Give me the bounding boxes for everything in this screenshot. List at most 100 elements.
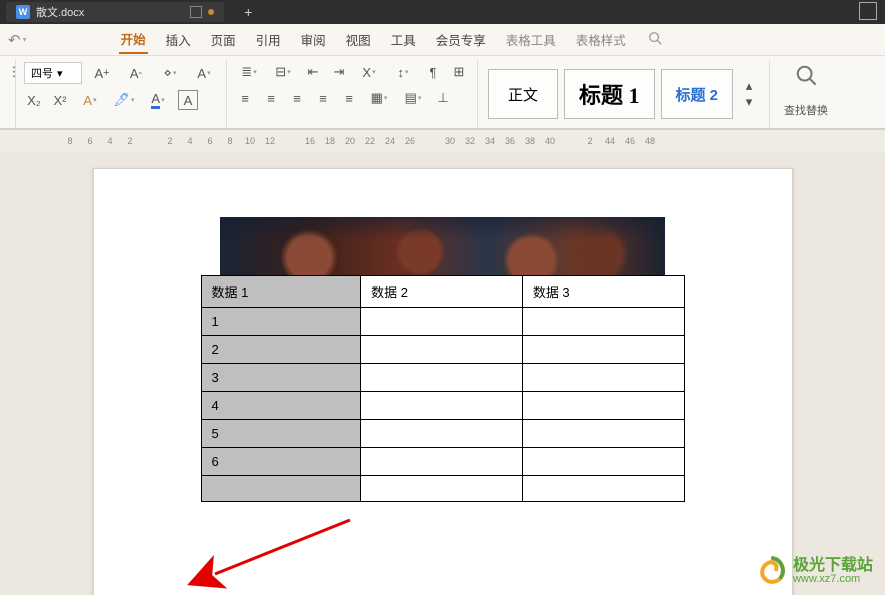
align-left-button[interactable]: ≡ xyxy=(235,88,255,108)
watermark-url: www.xz7.com xyxy=(793,574,873,585)
decrease-font-button[interactable]: A- xyxy=(122,63,150,83)
table-row[interactable]: 2 xyxy=(201,336,684,364)
new-tab-button[interactable]: + xyxy=(244,4,252,20)
change-case-button[interactable]: A▾ xyxy=(190,63,218,83)
watermark-icon xyxy=(757,555,789,587)
window-panel-icon[interactable] xyxy=(859,2,877,20)
table-row[interactable]: 3 xyxy=(201,364,684,392)
shading-button[interactable]: ▦▾ xyxy=(365,88,393,108)
table-cell[interactable] xyxy=(522,448,684,476)
align-center-button[interactable]: ≡ xyxy=(261,88,281,108)
char-border-button[interactable]: A xyxy=(178,90,198,110)
numbering-button[interactable]: ⊟▾ xyxy=(269,62,297,82)
decrease-indent-button[interactable]: ⇤ xyxy=(303,62,323,82)
menu-insert[interactable]: 插入 xyxy=(164,26,193,53)
title-bar: W 散文.docx + xyxy=(0,0,885,24)
table-cell[interactable]: 4 xyxy=(201,392,361,420)
document-name: 散文.docx xyxy=(36,4,84,20)
table-cell[interactable] xyxy=(522,392,684,420)
table-cell[interactable] xyxy=(361,476,523,502)
increase-font-button[interactable]: A+ xyxy=(88,63,116,83)
undo-button[interactable]: ↶▾ xyxy=(8,31,27,49)
menu-page[interactable]: 页面 xyxy=(209,26,238,53)
table-row[interactable]: 5 xyxy=(201,420,684,448)
bullets-button[interactable]: ≣▾ xyxy=(235,62,263,82)
line-spacing-button[interactable]: ↕▾ xyxy=(389,62,417,82)
font-color-button[interactable]: A▾ xyxy=(144,90,172,110)
style-heading2[interactable]: 标题 2 xyxy=(661,69,734,119)
table-cell[interactable] xyxy=(361,420,523,448)
workspace: 数据 1 数据 2 数据 3 1 2 3 4 5 6 极光下载站 xyxy=(0,152,885,595)
tabs-button[interactable]: ⊥ xyxy=(433,88,453,108)
watermark-title: 极光下载站 xyxy=(793,558,873,574)
document-image[interactable] xyxy=(220,217,665,275)
increase-indent-button[interactable]: ⇥ xyxy=(329,62,349,82)
styles-more-button[interactable]: ▴▾ xyxy=(739,74,759,114)
watermark-logo: 极光下载站 www.xz7.com xyxy=(757,555,873,587)
table-header-cell[interactable]: 数据 2 xyxy=(361,276,523,308)
menu-search-icon[interactable] xyxy=(648,31,662,48)
table-cell[interactable]: 6 xyxy=(201,448,361,476)
align-right-button[interactable]: ≡ xyxy=(287,88,307,108)
font-size-label: 四号 xyxy=(31,65,53,81)
table-header-cell[interactable]: 数据 3 xyxy=(522,276,684,308)
search-icon[interactable] xyxy=(784,64,828,92)
table-cell[interactable] xyxy=(361,364,523,392)
table-cell[interactable] xyxy=(522,308,684,336)
clipboard-group: ⋮ xyxy=(0,60,16,128)
font-size-select[interactable]: 四号▾ xyxy=(24,62,82,84)
menu-start[interactable]: 开始 xyxy=(119,25,148,54)
superscript-button[interactable]: X² xyxy=(50,90,70,110)
table-row[interactable] xyxy=(201,476,684,502)
table-row[interactable]: 1 xyxy=(201,308,684,336)
window-mode-icon[interactable] xyxy=(190,6,202,18)
clear-format-button[interactable]: ⋄▾ xyxy=(156,63,184,83)
table-cell[interactable] xyxy=(361,448,523,476)
menu-review[interactable]: 审阅 xyxy=(299,26,328,53)
table-header-row[interactable]: 数据 1 数据 2 数据 3 xyxy=(201,276,684,308)
table-cell[interactable] xyxy=(201,476,361,502)
paragraph-group: ≣▾ ⊟▾ ⇤ ⇥ X▾ ↕▾ ¶ ⊞ ≡ ≡ ≡ ≡ ≡ ▦▾ ▤▾ ⊥ xyxy=(227,60,478,128)
table-cell[interactable] xyxy=(361,308,523,336)
table-cell[interactable] xyxy=(361,336,523,364)
menu-member[interactable]: 会员专享 xyxy=(434,26,488,53)
menu-reference[interactable]: 引用 xyxy=(254,26,283,53)
table-row[interactable]: 6 xyxy=(201,448,684,476)
table-cell[interactable]: 2 xyxy=(201,336,361,364)
menu-bar: ↶▾ 开始 插入 页面 引用 审阅 视图 工具 会员专享 表格工具 表格样式 xyxy=(0,24,885,56)
style-normal[interactable]: 正文 xyxy=(488,69,558,119)
ruler-ticks: 8642246810121618202224263032343638402444… xyxy=(60,136,660,146)
horizontal-ruler[interactable]: 8642246810121618202224263032343638402444… xyxy=(0,130,885,152)
table-cell[interactable] xyxy=(522,364,684,392)
style-heading1[interactable]: 标题 1 xyxy=(564,69,655,119)
tab-status-dot xyxy=(208,9,214,15)
table-cell[interactable]: 5 xyxy=(201,420,361,448)
para-settings-button[interactable]: ⊞ xyxy=(449,62,469,82)
table-header-cell[interactable]: 数据 1 xyxy=(201,276,361,308)
menu-view[interactable]: 视图 xyxy=(344,26,373,53)
table-cell[interactable]: 3 xyxy=(201,364,361,392)
menu-table-tools[interactable]: 表格工具 xyxy=(504,26,558,53)
table-cell[interactable] xyxy=(522,476,684,502)
search-group: 查找替换 xyxy=(770,60,842,128)
subscript-button[interactable]: X₂ xyxy=(24,90,44,110)
table-cell[interactable] xyxy=(522,336,684,364)
doc-type-icon: W xyxy=(16,5,30,19)
search-replace-label[interactable]: 查找替换 xyxy=(784,102,828,118)
ribbon-toolbar: ⋮ 四号▾ A+ A- ⋄▾ A▾ X₂ X² A▾ 🖊▾ A▾ A ≣▾ ⊟▾… xyxy=(0,56,885,130)
menu-tools[interactable]: 工具 xyxy=(389,26,418,53)
align-distribute-button[interactable]: ≡ xyxy=(339,88,359,108)
highlight-button[interactable]: 🖊▾ xyxy=(110,90,138,110)
align-justify-button[interactable]: ≡ xyxy=(313,88,333,108)
table-cell[interactable] xyxy=(361,392,523,420)
table-cell[interactable]: 1 xyxy=(201,308,361,336)
table-cell[interactable] xyxy=(522,420,684,448)
document-table[interactable]: 数据 1 数据 2 数据 3 1 2 3 4 5 6 xyxy=(201,275,685,502)
show-marks-button[interactable]: ¶ xyxy=(423,62,443,82)
font-effect-button[interactable]: A▾ xyxy=(76,90,104,110)
table-row[interactable]: 4 xyxy=(201,392,684,420)
menu-table-style[interactable]: 表格样式 xyxy=(574,26,628,53)
sort-button[interactable]: X▾ xyxy=(355,62,383,82)
borders-button[interactable]: ▤▾ xyxy=(399,88,427,108)
document-tab[interactable]: W 散文.docx xyxy=(6,2,224,22)
